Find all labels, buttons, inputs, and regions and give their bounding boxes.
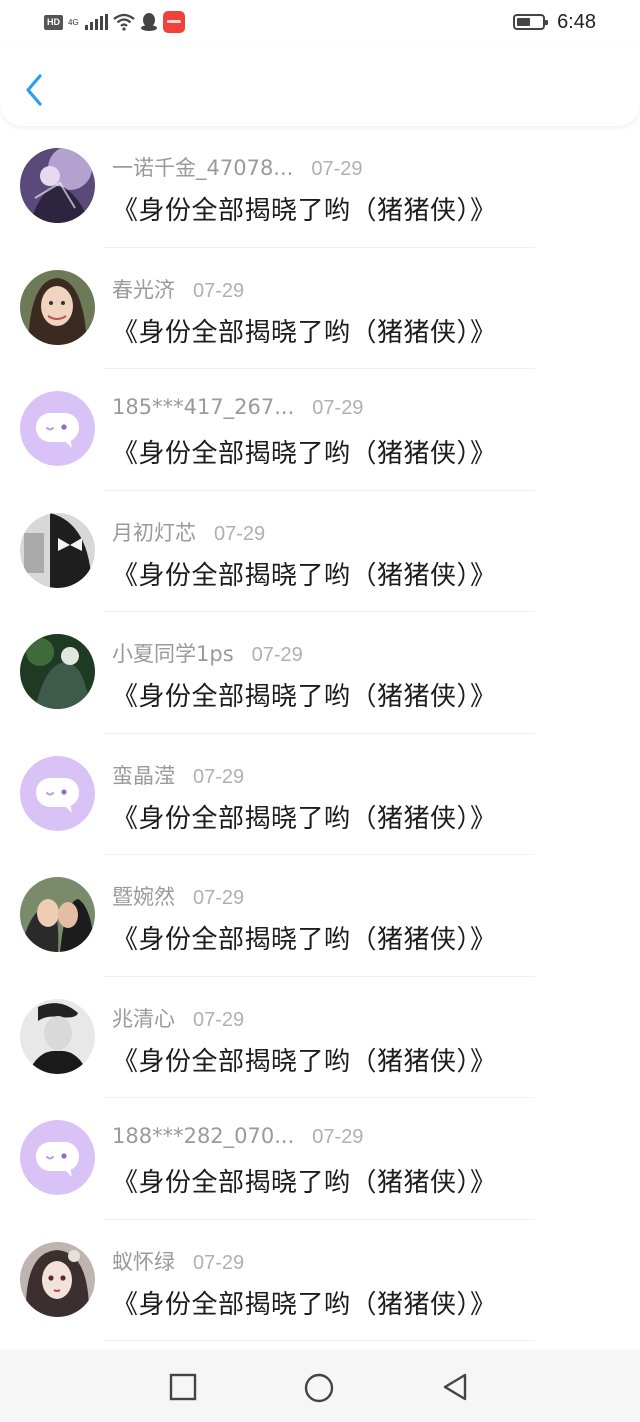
comment-meta: 蚁怀绿 07-29 — [112, 1246, 244, 1276]
comment-meta: 月初灯芯 07-29 — [112, 517, 265, 547]
network-type-label: 4G — [68, 17, 79, 27]
status-bar: HD 4G 6:48 — [0, 0, 640, 44]
comment-text: 《身份全部揭晓了哟（猪猪侠）》 — [112, 1289, 497, 1320]
clock: 6:48 — [557, 10, 596, 33]
recents-button[interactable] — [168, 1372, 198, 1402]
avatar[interactable] — [20, 512, 95, 588]
home-button[interactable] — [303, 1372, 334, 1403]
user-name[interactable]: 小夏同学1ps — [112, 638, 234, 668]
comment-date: 07-29 — [311, 158, 363, 180]
user-name[interactable]: 兆清心 — [112, 1003, 175, 1033]
comment-meta: 春光济 07-29 — [112, 274, 244, 304]
status-icons-left: HD 4G — [44, 9, 185, 35]
chat-bubble-icon — [20, 391, 95, 466]
comment-date: 07-29 — [193, 1251, 245, 1274]
comment-text: 《身份全部揭晓了哟（猪猪侠）》 — [112, 925, 497, 955]
user-name[interactable]: 188***282_070... — [112, 1124, 294, 1148]
comment-date: 07-29 — [312, 1126, 364, 1148]
top-app-bar — [0, 44, 640, 126]
list-item[interactable]: 蚁怀绿 07-29 《身份全部揭晓了哟（猪猪侠）》 — [0, 1220, 640, 1341]
comment-date: 07-29 — [251, 644, 303, 666]
avatar[interactable] — [20, 148, 95, 223]
list-item[interactable]: 小夏同学1ps 07-29 《身份全部揭晓了哟（猪猪侠）》 — [0, 612, 640, 734]
list-item[interactable]: 春光济 07-29 《身份全部揭晓了哟（猪猪侠）》 — [0, 248, 640, 369]
comment-text: 《身份全部揭晓了哟（猪猪侠）》 — [112, 317, 497, 348]
list-item[interactable]: 185***417_267... 07-29 《身份全部揭晓了哟（猪猪侠）》 — [0, 369, 640, 491]
recents-square-icon — [169, 1373, 197, 1401]
user-name[interactable]: 蛮晶滢 — [112, 760, 175, 790]
comment-meta: 185***417_267... 07-29 — [112, 395, 363, 420]
comment-meta: 188***282_070... 07-29 — [112, 1124, 363, 1149]
avatar[interactable] — [20, 634, 95, 709]
user-name[interactable]: 暨婉然 — [112, 881, 175, 911]
avatar[interactable] — [20, 998, 95, 1074]
list-item[interactable]: 一诺千金_47078... 07-29 《身份全部揭晓了哟（猪猪侠）》 — [0, 126, 640, 248]
comment-text: 《身份全部揭晓了哟（猪猪侠）》 — [112, 560, 497, 591]
avatar[interactable] — [20, 1241, 95, 1317]
qq-icon — [141, 13, 157, 31]
user-name[interactable]: 185***417_267... — [112, 395, 294, 419]
user-name[interactable]: 春光济 — [112, 274, 175, 304]
default-avatar[interactable] — [20, 1120, 95, 1195]
comment-list: 一诺千金_47078... 07-29 《身份全部揭晓了哟（猪猪侠）》 春光济 … — [0, 126, 640, 1341]
user-name[interactable]: 蚁怀绿 — [112, 1246, 175, 1276]
comment-meta: 蛮晶滢 07-29 — [112, 760, 244, 790]
list-item[interactable]: 兆清心 07-29 《身份全部揭晓了哟（猪猪侠）》 — [0, 977, 640, 1098]
back-nav-button[interactable] — [440, 1372, 470, 1402]
list-item[interactable]: 蛮晶滢 07-29 《身份全部揭晓了哟（猪猪侠）》 — [0, 734, 640, 855]
avatar[interactable] — [20, 877, 95, 952]
user-name[interactable]: 一诺千金_47078... — [112, 152, 293, 182]
comment-text: 《身份全部揭晓了哟（猪猪侠）》 — [112, 439, 497, 469]
back-triangle-icon — [443, 1373, 467, 1401]
comment-meta: 暨婉然 07-29 — [112, 881, 244, 911]
chevron-left-icon — [26, 74, 42, 106]
comment-text: 《身份全部揭晓了哟（猪猪侠）》 — [112, 1168, 497, 1198]
wifi-icon — [113, 13, 135, 31]
hd-icon: HD — [44, 14, 63, 30]
comment-text: 《身份全部揭晓了哟（猪猪侠）》 — [112, 1046, 497, 1077]
back-button[interactable] — [18, 70, 52, 110]
app-notification-icon — [163, 11, 185, 33]
list-item[interactable]: 月初灯芯 07-29 《身份全部揭晓了哟（猪猪侠）》 — [0, 491, 640, 612]
status-icons-right: 6:48 — [513, 9, 596, 35]
comment-meta: 兆清心 07-29 — [112, 1003, 244, 1033]
comment-date: 07-29 — [214, 522, 266, 545]
comment-date: 07-29 — [193, 765, 245, 788]
comment-meta: 小夏同学1ps 07-29 — [112, 638, 303, 668]
signal-icon — [85, 14, 108, 30]
list-item[interactable]: 188***282_070... 07-29 《身份全部揭晓了哟（猪猪侠）》 — [0, 1098, 640, 1220]
user-name[interactable]: 月初灯芯 — [112, 517, 196, 547]
list-item[interactable]: 暨婉然 07-29 《身份全部揭晓了哟（猪猪侠）》 — [0, 855, 640, 977]
comment-date: 07-29 — [193, 279, 245, 302]
divider — [104, 1340, 535, 1341]
chat-bubble-icon — [20, 755, 95, 831]
battery-icon — [513, 14, 549, 30]
comment-text: 《身份全部揭晓了哟（猪猪侠）》 — [112, 196, 497, 226]
chat-bubble-icon — [20, 1120, 95, 1195]
default-avatar[interactable] — [20, 755, 95, 831]
comment-text: 《身份全部揭晓了哟（猪猪侠）》 — [112, 682, 497, 712]
default-avatar[interactable] — [20, 391, 95, 466]
comment-date: 07-29 — [193, 1008, 245, 1031]
system-nav-bar — [0, 1350, 640, 1422]
comment-date: 07-29 — [312, 397, 364, 419]
comment-meta: 一诺千金_47078... 07-29 — [112, 152, 363, 182]
comment-text: 《身份全部揭晓了哟（猪猪侠）》 — [112, 803, 497, 834]
home-circle-icon — [304, 1373, 334, 1403]
comment-date: 07-29 — [193, 887, 245, 909]
avatar[interactable] — [20, 269, 95, 345]
